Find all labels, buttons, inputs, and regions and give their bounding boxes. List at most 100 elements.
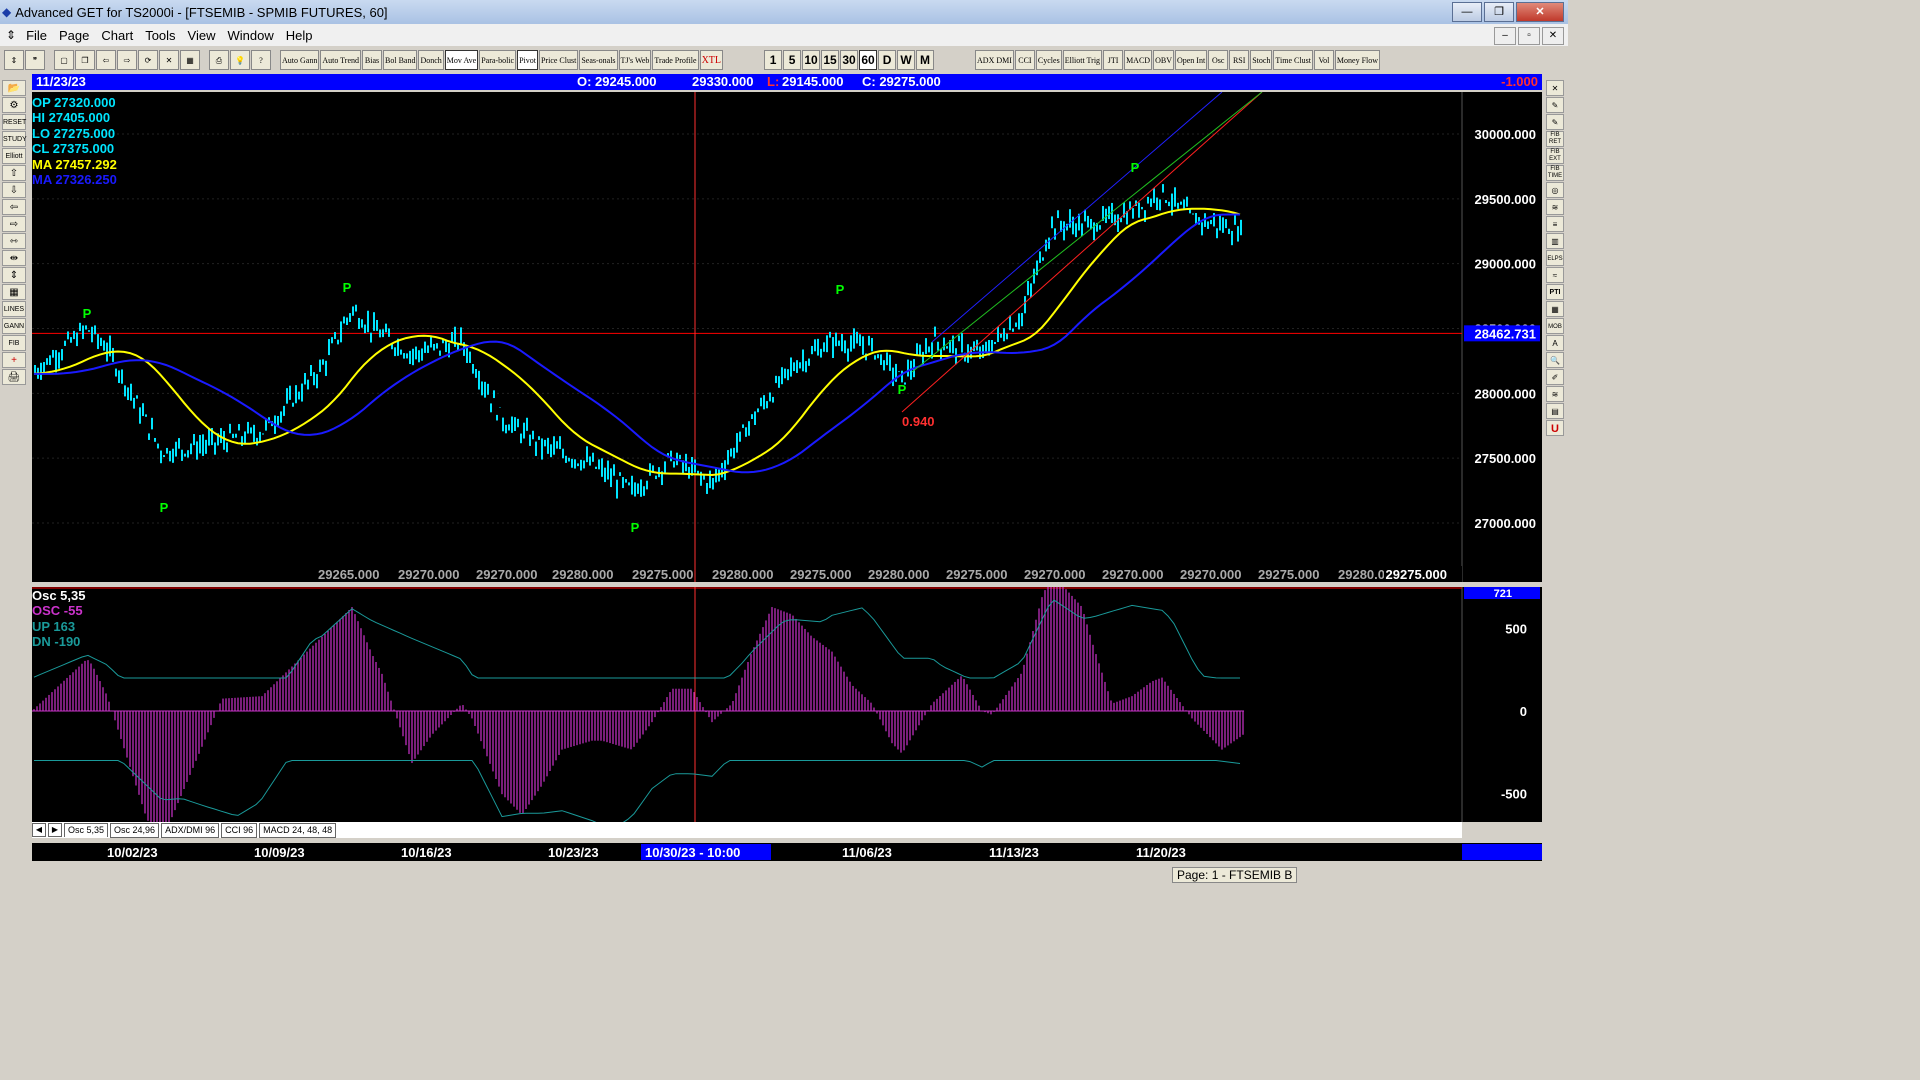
mdi-restore-button[interactable]: ▫ (1518, 27, 1540, 45)
text-tool-icon[interactable]: A (1546, 335, 1564, 351)
new-page-icon[interactable]: ▢ (54, 50, 74, 70)
zoom-icon[interactable]: 🔍 (1546, 352, 1564, 368)
refresh-icon[interactable]: ⟳ (138, 50, 158, 70)
tab-prev-arrow[interactable]: ◀ (32, 823, 46, 837)
ellipse-tool-icon[interactable]: ELPS (1546, 250, 1564, 266)
expand-icon[interactable]: ⇿ (2, 233, 26, 249)
scroll-down-icon[interactable]: ⇩ (2, 182, 26, 198)
tab-next-arrow[interactable]: ▶ (48, 823, 62, 837)
forward-arrow-icon[interactable]: ⇨ (117, 50, 137, 70)
period-1-button[interactable]: 1 (764, 50, 783, 70)
fib-icon[interactable]: FIB (2, 335, 26, 351)
study-trade-profile-button[interactable]: Trade Profile (652, 50, 699, 70)
study-auto-trend-button[interactable]: Auto Trend (320, 50, 362, 70)
pattern-tool-icon[interactable]: ≋ (1546, 386, 1564, 402)
fib-time-icon[interactable]: FIB TIME (1546, 165, 1564, 181)
gann-icon[interactable]: GANN (2, 318, 26, 334)
whats-this-icon[interactable]: ? (251, 50, 271, 70)
oscillator-svg[interactable]: 500 0 -500 721 (32, 587, 1542, 822)
ind-money-flow-button[interactable]: Money Flow (1334, 50, 1381, 70)
ind-adx-dmi-button[interactable]: ADX DMI (975, 50, 1014, 70)
wave-tool-icon[interactable]: ≈ (1546, 267, 1564, 283)
study-xtl-button[interactable]: XTL (699, 50, 724, 70)
pen-tool-icon[interactable]: ✐ (1546, 369, 1564, 385)
settings-icon[interactable]: ⚙ (2, 97, 26, 113)
circle-tool-icon[interactable]: ◎ (1546, 182, 1564, 198)
tab-adx-dmi[interactable]: ADX/DMI 96 (161, 822, 220, 838)
lines-icon[interactable]: LINES (2, 301, 26, 317)
ind-cci-button[interactable]: CCI (1014, 50, 1035, 70)
fan-tool-icon[interactable]: ≋ (1546, 199, 1564, 215)
study-parabolic-button[interactable]: Para-bolic (479, 50, 517, 70)
pti-icon[interactable]: PTI (1546, 284, 1564, 300)
pencil-icon[interactable]: ✎ (1546, 97, 1564, 113)
back-arrow-icon[interactable]: ⇦ (96, 50, 116, 70)
period-10-button[interactable]: 10 (802, 50, 821, 70)
ind-osc-button[interactable]: Osc (1208, 50, 1229, 70)
study-pivot-button[interactable]: Pivot (517, 50, 538, 70)
menu-tools[interactable]: Tools (139, 28, 181, 43)
tab-osc-5-35[interactable]: Osc 5,35 (64, 823, 109, 837)
close-tool-icon[interactable]: ✕ (1546, 80, 1564, 96)
menu-help[interactable]: Help (280, 28, 319, 43)
compress-icon[interactable]: ⇹ (2, 250, 26, 266)
study-auto-gann-button[interactable]: Auto Gann (280, 50, 320, 70)
grid-icon[interactable]: ▦ (180, 50, 200, 70)
print-icon[interactable]: ⎙ (209, 50, 229, 70)
menu-file[interactable]: File (20, 28, 53, 43)
tab-macd[interactable]: MACD 24, 48, 48 (259, 822, 337, 838)
study-icon[interactable]: STUDY (2, 131, 27, 147)
copy-page-icon[interactable]: ❐ (75, 50, 95, 70)
ind-open-int-button[interactable]: Open Int (1174, 50, 1208, 70)
scroll-right-icon[interactable]: ⇨ (2, 216, 26, 232)
study-donch-button[interactable]: Donch (418, 50, 444, 70)
period-30-button[interactable]: 30 (840, 50, 859, 70)
oscillator-panel[interactable]: 500 0 -500 721 Osc 5,35 OSC -55 UP 163 DN -… (32, 587, 1542, 822)
menu-page[interactable]: Page (53, 28, 95, 43)
box-tool-icon[interactable]: ▥ (1546, 233, 1564, 249)
grid-tool-icon[interactable]: ▦ (1546, 301, 1564, 317)
zoom-vertical-icon[interactable]: ⇕ (2, 267, 26, 283)
print-small-icon[interactable]: 🖨 (2, 369, 26, 385)
delete-icon[interactable]: ✕ (159, 50, 179, 70)
close-button[interactable]: ✕ (1516, 2, 1564, 22)
help-pointer-icon[interactable]: ❞ (25, 50, 45, 70)
tab-osc-24-96[interactable]: Osc 24,96 (110, 822, 160, 838)
ind-cycles-button[interactable]: Cycles (1035, 50, 1062, 70)
ind-vol-button[interactable]: Vol (1313, 50, 1334, 70)
ind-rsi-button[interactable]: RSI (1229, 50, 1250, 70)
scroll-up-icon[interactable]: ⇧ (2, 165, 26, 181)
period-5-button[interactable]: 5 (783, 50, 802, 70)
period-d-button[interactable]: D (878, 50, 897, 70)
price-chart-panel[interactable]: 30000.00029500.00029000.00028500.0002800… (32, 92, 1542, 582)
study-seasonals-button[interactable]: Seas-onals (579, 50, 618, 70)
tab-cci[interactable]: CCI 96 (221, 822, 258, 838)
mdi-close-button[interactable]: ✕ (1542, 27, 1564, 45)
tip-icon[interactable]: 💡 (230, 50, 250, 70)
study-tjs-web-button[interactable]: TJ's Web (618, 50, 652, 70)
period-w-button[interactable]: W (897, 50, 916, 70)
ind-obv-button[interactable]: OBV (1153, 50, 1174, 70)
study-price-clust-button[interactable]: Price Clust (538, 50, 579, 70)
list-tool-icon[interactable]: ▤ (1546, 403, 1564, 419)
reset-icon[interactable]: RESET (2, 114, 26, 130)
scroll-left-icon[interactable]: ⇦ (2, 199, 26, 215)
price-chart-svg[interactable]: 30000.00029500.00029000.00028500.0002800… (32, 92, 1542, 582)
study-mov-ave-button[interactable]: Mov Ave (444, 50, 479, 70)
fib-ret-icon[interactable]: FIB RET (1546, 131, 1564, 147)
cursor-tool-icon[interactable]: ⇕ (4, 50, 24, 70)
grid-toggle-icon[interactable]: ▦ (2, 284, 26, 300)
menu-window[interactable]: Window (222, 28, 280, 43)
channel-tool-icon[interactable]: ≡ (1546, 216, 1564, 232)
mob-icon[interactable]: MOB (1546, 318, 1564, 334)
minimize-button[interactable]: — (1452, 2, 1482, 22)
study-bias-button[interactable]: Bias (362, 50, 383, 70)
elliott-icon[interactable]: Elliott (2, 148, 26, 164)
fib-ext-icon[interactable]: FIB EXT (1546, 148, 1564, 164)
open-folder-icon[interactable]: 📂 (2, 80, 26, 96)
menu-view[interactable]: View (182, 28, 222, 43)
ind-time-clust-button[interactable]: Time Clust (1273, 50, 1313, 70)
maximize-button[interactable]: ❐ (1484, 2, 1514, 22)
mdi-minimize-button[interactable]: – (1494, 27, 1516, 45)
ind-elliott-trig-button[interactable]: Elliott Trig (1062, 50, 1103, 70)
